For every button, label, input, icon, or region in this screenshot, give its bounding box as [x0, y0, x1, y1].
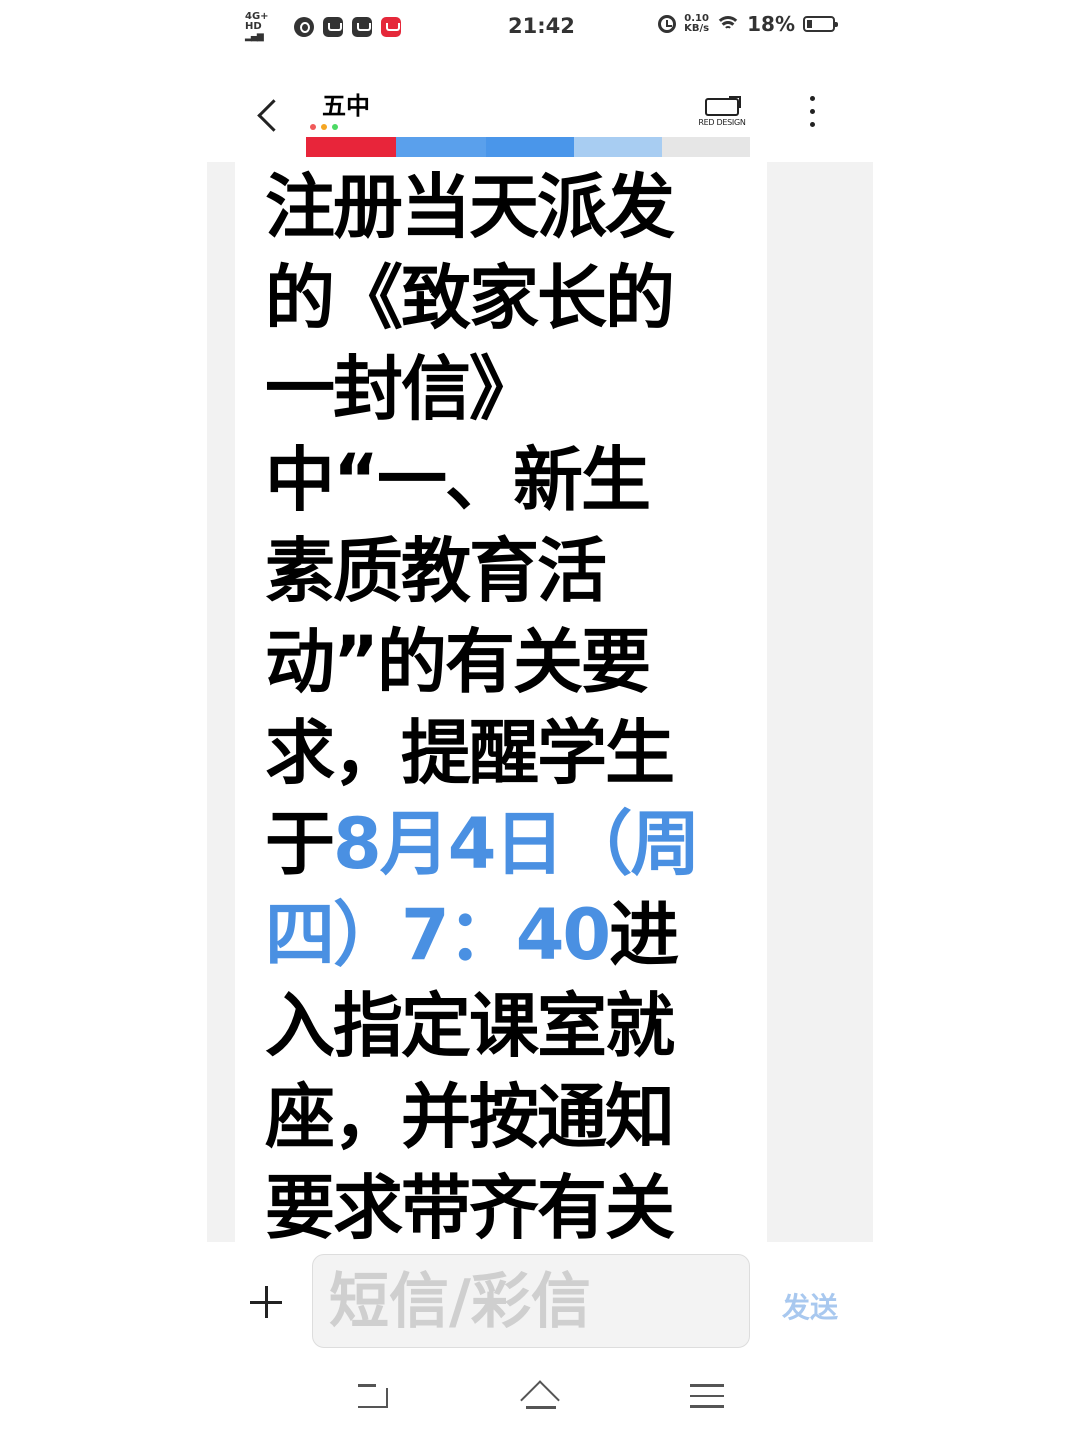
message-line: 入指定课室就 [265, 981, 765, 1072]
battery-icon [803, 16, 838, 32]
message-line-text: 于 [265, 803, 335, 885]
message-line: 的《致家长的 [265, 253, 765, 344]
message-line-text: 入指定课室就 [265, 985, 675, 1067]
alarm-icon [658, 15, 677, 33]
strip-segment [486, 137, 574, 157]
status-bar: 4G+ HD ▂▄▆ 21:42 0.10 KB/s 18% [0, 0, 1080, 52]
add-attachment-button[interactable] [248, 1284, 284, 1320]
message-line: 四）7：40进 [265, 890, 765, 981]
message-line-text: 中“一、新生 [265, 439, 651, 521]
strip-segment [396, 137, 486, 157]
dot-red [310, 124, 316, 130]
highlighted-date-text[interactable]: 四）7：40 [265, 894, 611, 976]
color-dots [310, 124, 338, 130]
message-input[interactable] [327, 1261, 739, 1343]
message-line-text: 的《致家长的 [265, 257, 675, 339]
message-line-text: 进 [609, 894, 679, 976]
dot-orange [321, 124, 327, 130]
brand-logo[interactable]: RED DESIGN [696, 96, 748, 132]
battery-percent: 18% [747, 12, 795, 36]
message-line: 素质教育活 [265, 526, 765, 617]
message-line: 要求带齐有关 [265, 1163, 765, 1242]
message-input-box[interactable] [312, 1254, 750, 1348]
message-line: 动”的有关要 [265, 617, 765, 708]
more-dot [809, 96, 815, 101]
strip-segment [662, 137, 750, 157]
chat-notification-icon [294, 17, 314, 37]
strip-segment [306, 137, 396, 157]
message-line: 注册当天派发 [265, 162, 765, 253]
message-line-text: 注册当天派发 [265, 166, 675, 248]
message-bubble[interactable]: 注册当天派发 的《致家长的 一封信》中“一、新生 素质教育活动”的有关要 求，提醒学生于… [235, 162, 767, 1242]
message-line-text: 动”的有关要 [265, 621, 651, 703]
app-notification-icon [381, 17, 401, 37]
strip-segment [574, 137, 662, 157]
network-indicator: 4G+ HD ▂▄▆ [245, 11, 285, 43]
clock: 21:42 [508, 14, 575, 38]
highlighted-date-text[interactable]: 8月4日（周 [333, 803, 700, 885]
message-line: 一封信》 [265, 344, 765, 435]
wifi-icon [715, 14, 742, 34]
more-options-button[interactable] [806, 96, 818, 132]
message-line-text: 一封信》 [265, 348, 539, 430]
message-text: 注册当天派发 的《致家长的 一封信》中“一、新生 素质教育活动”的有关要 求，提醒学生于… [265, 162, 765, 1242]
expand-icon [705, 96, 741, 116]
network-type: 4G+ HD [245, 11, 269, 32]
message-line-text: 座，并按通知 [265, 1076, 675, 1158]
nav-back-button[interactable] [358, 1384, 388, 1410]
message-line: 中“一、新生 [265, 435, 765, 526]
status-icons-right: 0.10 KB/s 18% [658, 12, 838, 36]
nav-home-button[interactable] [520, 1384, 562, 1412]
network-speed: 0.10 KB/s [684, 14, 709, 34]
more-dot [809, 122, 815, 127]
signal-icon: ▂▄▆ [245, 32, 264, 42]
nav-menu-button[interactable] [690, 1384, 724, 1410]
speed-unit: KB/s [684, 23, 710, 34]
status-icons-left: 4G+ HD ▂▄▆ [245, 12, 401, 42]
message-line: 于8月4日（周 [265, 799, 765, 890]
message-line-text: 素质教育活 [265, 530, 607, 612]
brand-text: RED DESIGN [698, 118, 746, 127]
color-strip [306, 137, 750, 157]
dot-green [332, 124, 338, 130]
conversation-title: 五中 [322, 92, 370, 120]
send-button[interactable]: 发送 [782, 1286, 838, 1326]
message-line: 求，提醒学生 [265, 708, 765, 799]
message-line-text: 要求带齐有关 [265, 1167, 675, 1242]
back-button[interactable] [252, 96, 288, 136]
more-dot [809, 109, 815, 114]
mail-notification-icon [323, 17, 343, 37]
message-line-text: 求，提醒学生 [265, 712, 675, 794]
mail-notification-icon-2 [352, 17, 372, 37]
message-line: 座，并按通知 [265, 1072, 765, 1163]
